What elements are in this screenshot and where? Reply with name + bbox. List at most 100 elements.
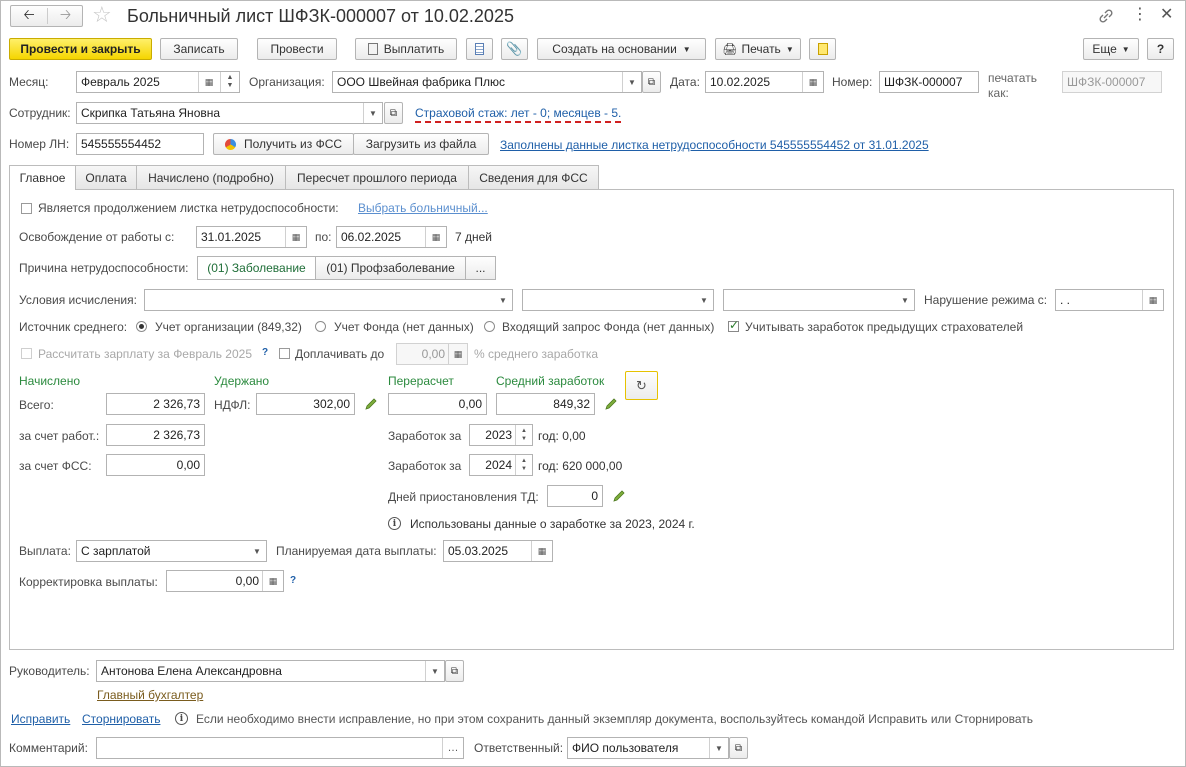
more-vertical-icon[interactable]: ⋮	[1132, 6, 1148, 24]
report-button[interactable]	[809, 38, 836, 60]
help-button[interactable]: ?	[1147, 38, 1174, 60]
release-from-field[interactable]: 31.01.2025 ▦	[196, 226, 307, 248]
payout-field[interactable]: С зарплатой ▼	[76, 540, 267, 562]
responsible-field[interactable]: ФИО пользователя ▼	[567, 737, 729, 759]
storno-link[interactable]: Сторнировать	[82, 712, 160, 726]
load-from-file-button[interactable]: Загрузить из файла	[353, 133, 489, 155]
insurance-experience-link[interactable]: Страховой стаж: лет - 0; месяцев - 5.	[415, 106, 622, 123]
dropdown-arrow-icon[interactable]: ▼	[709, 738, 728, 758]
print-button[interactable]: 🖨 Печать ▼	[715, 38, 801, 60]
comment-field[interactable]: …	[96, 737, 464, 759]
ndfl-edit-pencil-icon[interactable]	[364, 397, 378, 411]
chief-accountant-link[interactable]: Главный бухгалтер	[97, 688, 203, 702]
calendar-icon[interactable]: ▦	[1142, 290, 1163, 310]
favorite-star-icon[interactable]: ☆	[92, 3, 112, 27]
reason-occupational-button[interactable]: (01) Профзаболевание	[315, 256, 466, 280]
dropdown-arrow-icon[interactable]: ▼	[896, 290, 914, 310]
month-spinner[interactable]: ▲ ▼	[220, 72, 239, 92]
print-as-field[interactable]: ШФЗК-000007	[1062, 71, 1162, 93]
ln-number-field[interactable]: 545555554452	[76, 133, 204, 155]
dropdown-arrow-icon[interactable]: ▼	[248, 541, 266, 561]
suspension-edit-pencil-icon[interactable]	[612, 489, 626, 503]
suspension-days-field[interactable]: 0	[547, 485, 603, 507]
ndfl-field[interactable]: 302,00	[256, 393, 355, 415]
earnings-year-1-field[interactable]: 2023 ▲ ▼	[469, 424, 533, 446]
extra-pay-field[interactable]: 0,00 ▦	[396, 343, 468, 365]
violation-date-field[interactable]: . . ▦	[1055, 289, 1164, 311]
forward-arrow-icon[interactable]: 🡢	[48, 6, 83, 26]
tab-accrued-detailed[interactable]: Начислено (подробно)	[136, 165, 286, 189]
open-head-button[interactable]: ⧉	[445, 660, 464, 682]
month-field[interactable]: Февраль 2025 ▦ ▲ ▼	[76, 71, 240, 93]
employer-paid-field[interactable]: 2 326,73	[106, 424, 205, 446]
dropdown-arrow-icon[interactable]: ▼	[494, 290, 512, 310]
head-field[interactable]: Антонова Елена Александровна ▼	[96, 660, 445, 682]
reason-illness-button[interactable]: (01) Заболевание	[197, 256, 316, 280]
dropdown-arrow-icon[interactable]: ▼	[622, 72, 641, 92]
tab-fss-info[interactable]: Сведения для ФСС	[468, 165, 599, 189]
year-spinner[interactable]: ▲ ▼	[515, 425, 532, 445]
calculator-icon[interactable]: ▦	[262, 571, 283, 591]
calendar-icon[interactable]: ▦	[802, 72, 823, 92]
tab-main[interactable]: Главное	[9, 165, 76, 190]
avg-earnings-field[interactable]: 849,32	[496, 393, 595, 415]
avg-source-org-radio[interactable]	[136, 321, 147, 332]
post-and-close-button[interactable]: Провести и закрыть	[9, 38, 152, 60]
journal-button[interactable]	[466, 38, 493, 60]
calendar-icon[interactable]: ▦	[198, 72, 219, 92]
calc-salary-help-icon[interactable]: ?	[262, 347, 268, 358]
fix-link[interactable]: Исправить	[11, 712, 70, 726]
get-from-fss-button[interactable]: Получить из ФСС	[213, 133, 354, 155]
conditions-field-2[interactable]: ▼	[522, 289, 714, 311]
number-field[interactable]: ШФЗК-000007	[879, 71, 979, 93]
release-to-field[interactable]: 06.02.2025 ▦	[336, 226, 447, 248]
dropdown-arrow-icon[interactable]: ▼	[695, 290, 713, 310]
organization-field[interactable]: ООО Швейная фабрика Плюс ▼	[332, 71, 642, 93]
close-icon[interactable]: ✕	[1160, 6, 1173, 24]
tab-payment[interactable]: Оплата	[75, 165, 137, 189]
earnings-year-2-field[interactable]: 2024 ▲ ▼	[469, 454, 533, 476]
choose-sick-leave-link[interactable]: Выбрать больничный...	[358, 201, 488, 215]
continuation-checkbox[interactable]	[21, 203, 32, 214]
open-employee-button[interactable]: ⧉	[384, 102, 403, 124]
tab-recalc-past-period[interactable]: Пересчет прошлого периода	[285, 165, 469, 189]
avg-source-fund-label: Учет Фонда (нет данных)	[334, 320, 474, 334]
dropdown-arrow-icon[interactable]: ▼	[363, 103, 382, 123]
avg-source-request-radio[interactable]	[484, 321, 495, 332]
employee-field[interactable]: Скрипка Татьяна Яновна ▼	[76, 102, 383, 124]
comment-more-button[interactable]: …	[442, 738, 463, 758]
calendar-icon[interactable]: ▦	[285, 227, 306, 247]
extra-pay-checkbox[interactable]	[279, 348, 290, 359]
calculator-icon[interactable]: ▦	[448, 344, 467, 364]
save-button[interactable]: Записать	[160, 38, 238, 60]
pay-button[interactable]: Выплатить	[355, 38, 457, 60]
post-button[interactable]: Провести	[257, 38, 337, 60]
back-arrow-icon[interactable]: 🡠	[11, 6, 47, 26]
link-icon[interactable]	[1097, 7, 1115, 25]
open-responsible-button[interactable]: ⧉	[729, 737, 748, 759]
reason-more-button[interactable]: ...	[465, 256, 496, 280]
open-organization-button[interactable]: ⧉	[642, 71, 661, 93]
fss-paid-field[interactable]: 0,00	[106, 454, 205, 476]
create-based-on-button[interactable]: Создать на основании ▼	[537, 38, 706, 60]
calendar-icon[interactable]: ▦	[531, 541, 552, 561]
recalc-field[interactable]: 0,00	[388, 393, 487, 415]
conditions-field-1[interactable]: ▼	[144, 289, 513, 311]
more-button[interactable]: Еще ▼	[1083, 38, 1139, 60]
consider-prev-employers-checkbox[interactable]: ✓	[728, 318, 739, 332]
filled-data-link[interactable]: Заполнены данные листка нетрудоспособнос…	[500, 138, 929, 152]
refresh-button[interactable]: ↻	[625, 371, 658, 400]
planned-date-field[interactable]: 05.03.2025 ▦	[443, 540, 553, 562]
dropdown-arrow-icon[interactable]: ▼	[425, 661, 444, 681]
attach-button[interactable]: 📎	[501, 38, 528, 60]
calc-salary-checkbox[interactable]	[21, 348, 32, 359]
year-spinner[interactable]: ▲ ▼	[515, 455, 532, 475]
total-field[interactable]: 2 326,73	[106, 393, 205, 415]
correction-field[interactable]: 0,00 ▦	[166, 570, 284, 592]
conditions-field-3[interactable]: ▼	[723, 289, 915, 311]
date-field[interactable]: 10.02.2025 ▦	[705, 71, 824, 93]
calendar-icon[interactable]: ▦	[425, 227, 446, 247]
avg-source-fund-radio[interactable]	[315, 321, 326, 332]
avg-earnings-edit-pencil-icon[interactable]	[604, 397, 618, 411]
correction-help-icon[interactable]: ?	[290, 575, 296, 586]
